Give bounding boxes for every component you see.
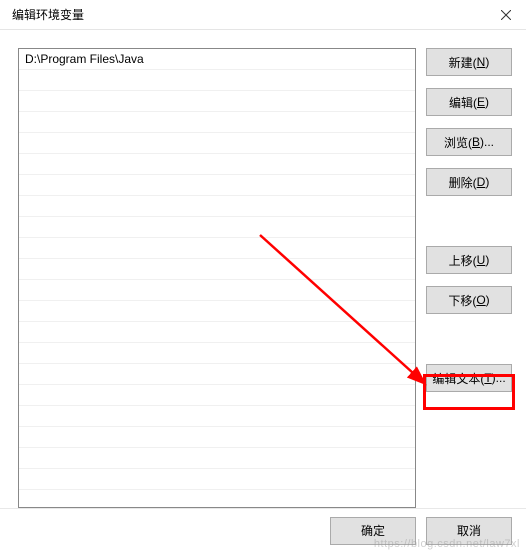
list-item[interactable] xyxy=(19,91,415,112)
list-item[interactable] xyxy=(19,322,415,343)
list-item[interactable] xyxy=(19,175,415,196)
list-item[interactable] xyxy=(19,406,415,427)
window-title: 编辑环境变量 xyxy=(8,6,84,23)
list-item[interactable] xyxy=(19,301,415,322)
list-item[interactable] xyxy=(19,196,415,217)
list-item[interactable] xyxy=(19,280,415,301)
footer-bar: 确定 取消 xyxy=(0,508,526,552)
edittext-button[interactable]: 编辑文本(T)... xyxy=(426,364,512,392)
list-item[interactable] xyxy=(19,259,415,280)
list-item[interactable] xyxy=(19,343,415,364)
movedown-button[interactable]: 下移(O) xyxy=(426,286,512,314)
env-variable-list[interactable]: D:\Program Files\Java xyxy=(18,48,416,508)
list-item[interactable]: D:\Program Files\Java xyxy=(19,49,415,70)
list-item[interactable] xyxy=(19,364,415,385)
close-button[interactable] xyxy=(494,3,518,27)
list-item[interactable] xyxy=(19,112,415,133)
list-item[interactable] xyxy=(19,217,415,238)
list-item[interactable] xyxy=(19,70,415,91)
cancel-button[interactable]: 取消 xyxy=(426,517,512,545)
ok-button[interactable]: 确定 xyxy=(330,517,416,545)
list-item[interactable] xyxy=(19,469,415,490)
title-bar: 编辑环境变量 xyxy=(0,0,526,30)
list-item[interactable] xyxy=(19,427,415,448)
new-button[interactable]: 新建(N) xyxy=(426,48,512,76)
delete-button[interactable]: 删除(D) xyxy=(426,168,512,196)
list-item[interactable] xyxy=(19,238,415,259)
button-column: 新建(N) 编辑(E) 浏览(B)... 删除(D) 上移(U) 下移(O) 编… xyxy=(426,48,512,508)
list-item[interactable] xyxy=(19,154,415,175)
list-item[interactable] xyxy=(19,490,415,508)
moveup-button[interactable]: 上移(U) xyxy=(426,246,512,274)
edit-button[interactable]: 编辑(E) xyxy=(426,88,512,116)
browse-button[interactable]: 浏览(B)... xyxy=(426,128,512,156)
list-item[interactable] xyxy=(19,133,415,154)
dialog-content: D:\Program Files\Java 新建(N) 编辑(E) 浏览(B).… xyxy=(0,30,526,508)
close-icon xyxy=(501,10,511,20)
list-item[interactable] xyxy=(19,385,415,406)
list-item[interactable] xyxy=(19,448,415,469)
